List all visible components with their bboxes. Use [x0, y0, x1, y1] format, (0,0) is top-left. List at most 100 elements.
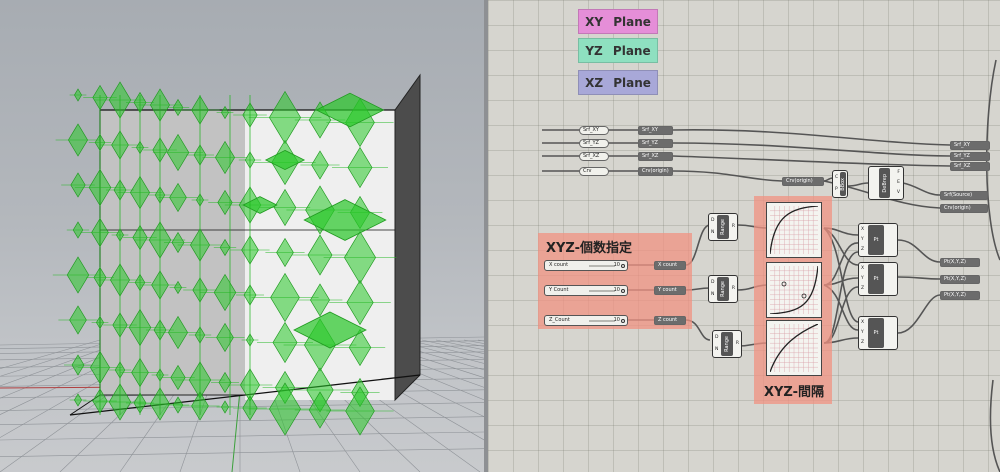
point-core: Pt	[868, 264, 884, 294]
plane-label-xz[interactable]: XZ Plane	[578, 70, 658, 95]
slider-track[interactable]	[589, 265, 615, 267]
wire	[672, 142, 951, 157]
range-core: Range	[717, 277, 729, 301]
pin-label: N	[711, 230, 715, 235]
ground-grid-line	[0, 402, 484, 411]
construct-point-3[interactable]: X Y Z Pt	[858, 316, 898, 350]
out-srf-yz[interactable]: Srf_YZ	[950, 152, 990, 161]
viewport-scene	[0, 73, 484, 472]
pin-label: N	[715, 347, 719, 352]
out-srf-xz[interactable]: Srf_XZ	[950, 162, 990, 171]
pin-label: R	[731, 224, 735, 229]
debrep-core: DeBrep	[879, 168, 890, 198]
wire	[897, 276, 941, 280]
screen: XY Plane YZ Plane XZ Plane Srf_XY Srf_YZ…	[0, 0, 1000, 472]
wire	[902, 182, 941, 196]
range-component-z[interactable]: D N Range R	[712, 330, 742, 358]
plane-label-xy[interactable]: XY Plane	[578, 9, 658, 34]
param-srf-xz[interactable]: Srf_XZ	[579, 152, 609, 161]
slider-value: 10	[613, 317, 620, 323]
y-axis-line	[231, 389, 241, 472]
graph-mapper-z[interactable]	[766, 320, 822, 376]
wire	[989, 379, 1000, 472]
pin-label: Z	[861, 247, 865, 252]
slider-track[interactable]	[589, 320, 615, 322]
param-crv[interactable]: Crv	[579, 167, 609, 176]
graph-curve	[770, 266, 818, 314]
pin-label: Y	[861, 237, 864, 242]
out-pt-y[interactable]: Pt(X,Y,Z)	[940, 275, 980, 284]
slider-z-count[interactable]: Z_Count 10	[544, 315, 628, 326]
out-pt-z[interactable]: Pt(X,Y,Z)	[940, 291, 980, 300]
slider-label: X count	[549, 262, 569, 268]
ground-grid-line	[0, 416, 484, 425]
pin-label: V	[896, 190, 900, 195]
slider-x-count[interactable]: X count 10	[544, 260, 628, 271]
pin-label: E	[897, 180, 900, 185]
slider-value: 10	[613, 262, 620, 268]
wire	[672, 129, 951, 146]
slider-knob[interactable]	[621, 319, 625, 323]
param-srf-yz[interactable]: Srf_YZ	[579, 139, 609, 148]
relay-crv-origin[interactable]: Crv(origin)	[638, 167, 673, 176]
param-x-count[interactable]: X count	[654, 261, 686, 270]
out-srf-source[interactable]: Srf(Source)	[940, 191, 988, 200]
out-pt-x[interactable]: Pt(X,Y,Z)	[940, 258, 980, 267]
relay-srf-yz[interactable]: Srf_YZ	[638, 139, 673, 148]
group-title: XYZ-間隔	[764, 385, 825, 400]
pin-label: R	[735, 341, 739, 346]
wire	[847, 182, 869, 187]
pin-label: P	[835, 187, 838, 192]
graph-curve	[770, 324, 818, 372]
plane-label-yz[interactable]: YZ Plane	[578, 38, 658, 63]
point-core: Pt	[868, 318, 884, 348]
slider-knob[interactable]	[621, 264, 625, 268]
range-core: Range	[717, 215, 729, 239]
pin-label: Z	[861, 340, 865, 345]
debrep-component[interactable]: DeBrep F E V	[868, 166, 904, 200]
param-y-count[interactable]: Y count	[654, 286, 686, 295]
pin-label: X	[861, 320, 865, 325]
pin-label: Z	[861, 286, 865, 291]
slider-track[interactable]	[589, 290, 615, 292]
range-component-x[interactable]: D N Range R	[708, 213, 738, 241]
construct-point-2[interactable]: X Y Z Pt	[858, 262, 898, 296]
slider-y-count[interactable]: Y Count 10	[544, 285, 628, 296]
pin-label: N	[711, 292, 715, 297]
graph-mapper-x[interactable]	[766, 202, 822, 258]
relay-srf-xz[interactable]: Srf_XZ	[638, 152, 673, 161]
pin-label: D	[715, 335, 719, 340]
pin-label: D	[711, 218, 715, 223]
pin-label: C	[835, 175, 839, 180]
pin-label: X	[861, 227, 865, 232]
pin-label: D	[711, 280, 715, 285]
wire	[897, 294, 941, 334]
pin-label: X	[861, 266, 865, 271]
out-crv-origin[interactable]: Crv(origin)	[940, 204, 988, 213]
pin-label: Y	[861, 276, 864, 281]
construct-point-1[interactable]: X Y Z Pt	[858, 223, 898, 257]
pin-label: Y	[861, 330, 864, 335]
slider-knob[interactable]	[621, 289, 625, 293]
range-component-y[interactable]: D N Range R	[708, 275, 738, 303]
wire	[672, 170, 783, 182]
param-srf-xy[interactable]: Srf_XY	[579, 126, 609, 135]
box-side-face	[394, 73, 421, 402]
out-srf-xy[interactable]: Srf_XY	[950, 141, 990, 150]
graph-curve	[770, 206, 818, 254]
relay-crv-origin-2[interactable]: Crv(origin)	[782, 177, 824, 186]
rhino-viewport[interactable]	[0, 0, 484, 472]
ground-grid-line	[0, 431, 484, 441]
wire	[897, 239, 941, 263]
graph-mapper-y[interactable]	[766, 262, 822, 318]
pin-label: F	[897, 170, 900, 175]
group-title: XYZ-個数指定	[546, 241, 633, 256]
slider-label: Y Count	[549, 287, 569, 293]
node-canvas[interactable]: XY Plane YZ Plane XZ Plane Srf_XY Srf_YZ…	[488, 0, 1000, 472]
range-core: Range	[721, 332, 733, 356]
bbox-component[interactable]: C P BBox	[832, 170, 848, 198]
ground-grid-line	[0, 448, 484, 457]
relay-srf-xy[interactable]: Srf_XY	[638, 126, 673, 135]
param-z-count[interactable]: Z count	[654, 316, 686, 325]
point-core: Pt	[868, 225, 884, 255]
